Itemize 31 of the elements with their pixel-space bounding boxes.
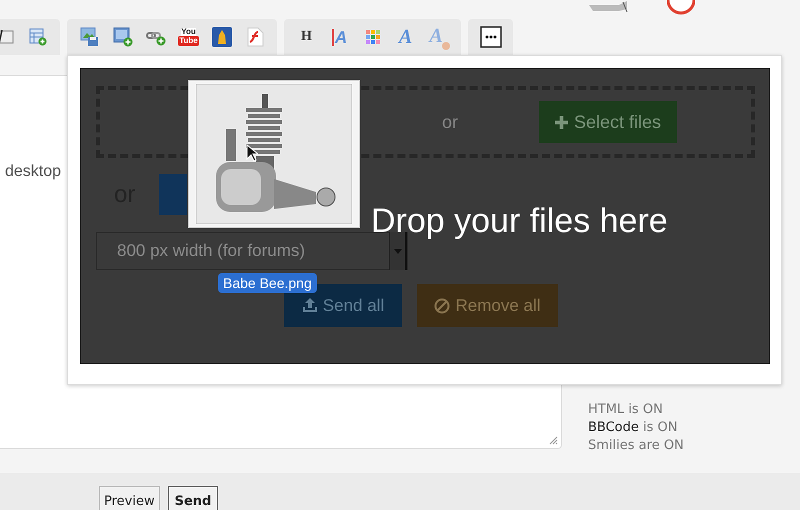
status-label: Smilies [588, 438, 635, 453]
preview-button[interactable]: Preview [99, 486, 160, 510]
caret-icon [394, 248, 402, 254]
flash-document-icon[interactable] [246, 27, 264, 47]
italic-button[interactable]: A [398, 27, 412, 47]
plus-icon [554, 116, 568, 128]
table-add-icon[interactable] [28, 28, 46, 46]
ban-icon [434, 298, 450, 314]
frame-icon[interactable] [0, 28, 14, 46]
remove-all-button[interactable]: Remove all [417, 284, 558, 327]
status-text: is ON [642, 420, 678, 435]
figure-icon[interactable] [212, 27, 232, 47]
image-add-icon[interactable] [112, 27, 132, 47]
editor-text: desktop [5, 163, 62, 181]
heading-button[interactable]: H [301, 30, 312, 44]
image-save-icon[interactable] [80, 27, 100, 47]
resize-grip-icon[interactable] [549, 436, 558, 445]
status-text: is ON [627, 402, 663, 417]
text-height-button[interactable]: A [332, 28, 348, 46]
upload-icon [302, 298, 318, 313]
mouse-pointer-icon [246, 144, 258, 162]
size-dropdown[interactable]: 800 px width (for forums) [96, 232, 408, 270]
file-name-label: Babe Bee.png [218, 273, 317, 293]
status-text: are ON [638, 438, 684, 453]
more-icon[interactable] [480, 26, 502, 48]
status-label: HTML [588, 402, 624, 417]
send-button[interactable]: Send [168, 486, 218, 510]
color-grid-icon[interactable] [364, 29, 380, 45]
select-files-button[interactable]: Select files [539, 101, 678, 143]
bbcode-link[interactable]: BBCode [588, 420, 639, 435]
or-text: or [442, 112, 458, 132]
